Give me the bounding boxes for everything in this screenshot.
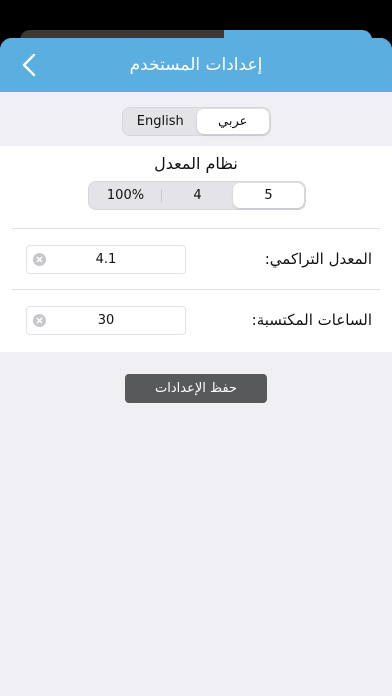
save-settings-button[interactable]: حفظ الإعدادات (125, 374, 267, 403)
clear-icon[interactable] (33, 253, 46, 266)
gpa-row: المعدل التراكمي: (0, 230, 392, 288)
nav-bar: إعدادات المستخدم (0, 38, 392, 92)
language-segmented-control: English عربي (122, 107, 271, 136)
hours-field-container (26, 306, 186, 335)
hours-label: الساعات المكتسبة: (251, 311, 372, 329)
divider (12, 228, 380, 229)
rate-system-segmented-control: 100% 4 5 (88, 181, 306, 210)
rate-system-title: نظام المعدل (154, 154, 238, 173)
rate-option-5[interactable]: 5 (233, 183, 304, 208)
x-icon (36, 317, 43, 324)
hours-row: الساعات المكتسبة: (0, 291, 392, 349)
hours-input[interactable] (27, 313, 185, 328)
rate-option-4[interactable]: 4 (162, 183, 233, 208)
rate-option-100-percent[interactable]: 100% (90, 183, 161, 208)
rate-settings-section: نظام المعدل 100% 4 5 المعدل التراكمي: 4.… (0, 146, 392, 352)
page-title: إعدادات المستخدم (129, 55, 263, 75)
gpa-field-container (26, 245, 186, 274)
settings-sheet: إعدادات المستخدم English عربي نظام المعد… (0, 38, 392, 696)
language-option-arabic[interactable]: عربي (196, 109, 269, 134)
language-option-english[interactable]: English (124, 109, 197, 134)
clear-icon[interactable] (33, 314, 46, 327)
divider (12, 289, 380, 290)
gpa-input[interactable] (27, 252, 185, 267)
gpa-label: المعدل التراكمي: (264, 250, 372, 268)
x-icon (36, 256, 43, 263)
